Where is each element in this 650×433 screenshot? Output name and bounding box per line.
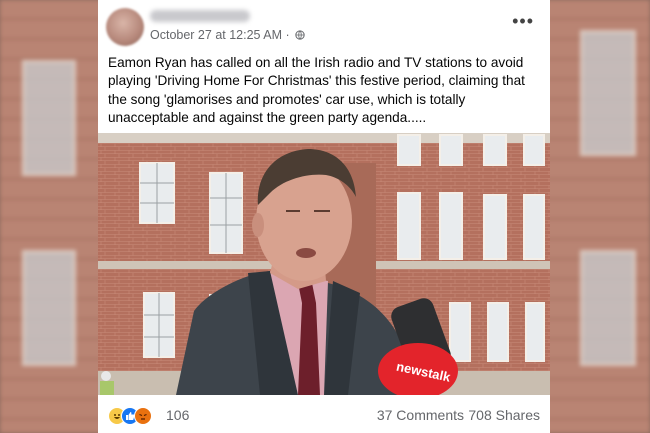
post-footer: 106 37 Comments 708 Shares [98,395,550,433]
comments-count-link[interactable]: 37 Comments [377,407,464,423]
author-name-redacted[interactable] [150,10,250,22]
avatar[interactable] [106,8,144,46]
shares-count-link[interactable]: 708 Shares [468,407,540,423]
timestamp-text: October 27 at 12:25 AM · [150,28,294,42]
post-text: Eamon Ryan has called on all the Irish r… [108,55,525,126]
post-timestamp[interactable]: October 27 at 12:25 AM · [150,28,305,42]
post-header: October 27 at 12:25 AM · ••• [98,0,550,50]
reaction-count[interactable]: 106 [166,407,189,423]
reaction-icons[interactable] [108,407,152,425]
post-photo[interactable]: newstalk [98,133,550,395]
background-window [580,30,636,156]
globe-icon [295,30,305,40]
photo-illustration: newstalk [98,133,550,395]
background-window [580,250,636,366]
background-window [22,60,76,176]
angry-react-icon [134,407,152,425]
facebook-post-card: October 27 at 12:25 AM · ••• Eamon Ryan … [98,0,550,433]
background-window [22,250,76,366]
more-options-icon[interactable]: ••• [512,12,534,30]
